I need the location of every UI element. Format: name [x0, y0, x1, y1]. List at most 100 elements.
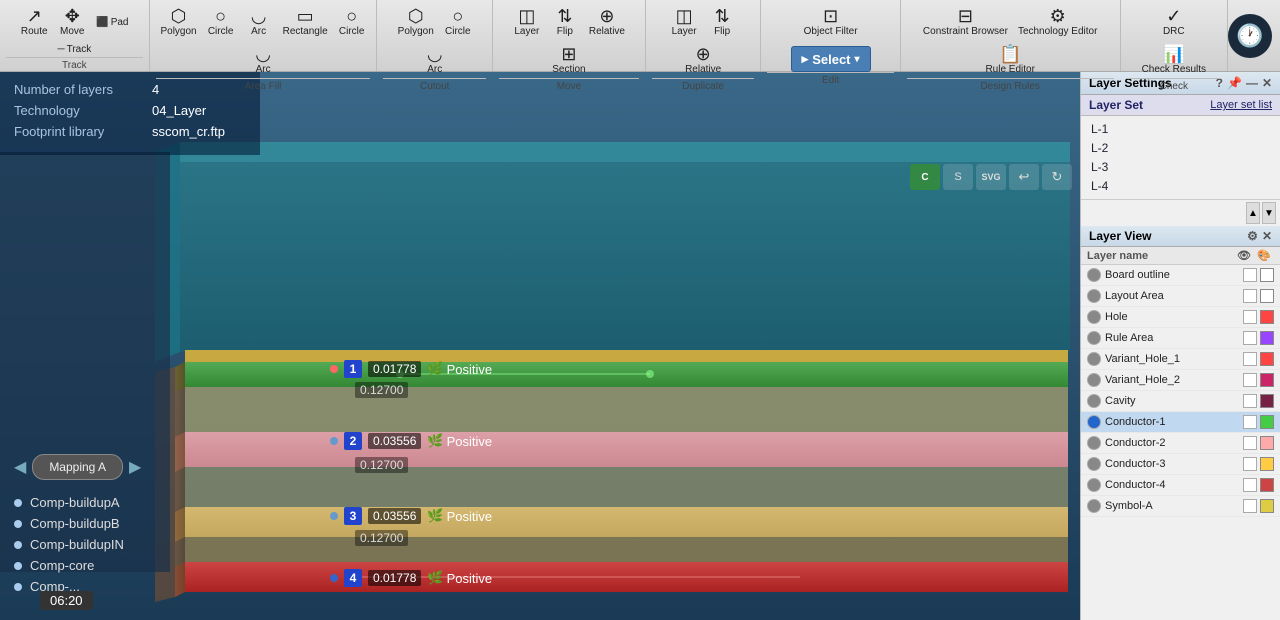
- minimize-icon[interactable]: —: [1246, 76, 1258, 90]
- section-button[interactable]: ⊞ Section: [548, 42, 589, 78]
- layer-list-item-l4[interactable]: L-4: [1087, 177, 1274, 195]
- layer-vis-checkbox[interactable]: [1243, 352, 1257, 366]
- layer-color-swatch[interactable]: [1260, 499, 1274, 513]
- layer-view-row[interactable]: Conductor-1: [1081, 412, 1280, 433]
- layer-view-header: Layer name 👁 🎨: [1081, 247, 1280, 265]
- layer-view-close-icon[interactable]: ✕: [1262, 229, 1272, 243]
- layer-vis-checkbox[interactable]: [1243, 478, 1257, 492]
- arc-button[interactable]: ◡ Arc: [241, 4, 277, 40]
- object-filter-button[interactable]: ⊡ Object Filter: [800, 4, 862, 40]
- layer-color-swatch[interactable]: [1260, 310, 1274, 324]
- layer-color-swatch[interactable]: [1260, 436, 1274, 450]
- item-dot: [14, 583, 22, 591]
- layer-list-item-l3[interactable]: L-3: [1087, 158, 1274, 176]
- layer-color-swatch[interactable]: [1260, 268, 1274, 282]
- pin-icon[interactable]: 📌: [1227, 76, 1242, 90]
- layer-view-row[interactable]: Layout Area: [1081, 286, 1280, 307]
- move-button[interactable]: ✥ Move: [54, 4, 90, 40]
- relative-button[interactable]: ⊕ Relative: [585, 4, 629, 40]
- layer-view-row[interactable]: Cavity: [1081, 391, 1280, 412]
- rule-editor-button[interactable]: 📋 Rule Editor: [981, 42, 1038, 78]
- layer-view-row[interactable]: Board outline: [1081, 265, 1280, 286]
- layer-button[interactable]: ◫ Layer: [509, 4, 545, 40]
- polygon3-button[interactable]: ⬡ Polygon: [394, 4, 438, 40]
- layer-vis-checkbox[interactable]: [1243, 499, 1257, 513]
- mapping-next-button[interactable]: ▶: [129, 457, 141, 477]
- layer-vis-checkbox[interactable]: [1243, 373, 1257, 387]
- layer-list-item-l2[interactable]: L-2: [1087, 139, 1274, 157]
- mapping-prev-button[interactable]: ◀: [14, 457, 26, 477]
- arc3-button[interactable]: ◡ Arc: [417, 42, 453, 78]
- pad-button[interactable]: ⬛ Pad: [92, 4, 132, 40]
- layer-view-settings-icon[interactable]: ⚙: [1247, 229, 1258, 243]
- circle3-button[interactable]: ○ Circle: [440, 4, 476, 40]
- layer-set-list-button[interactable]: Layer set list: [1210, 99, 1272, 111]
- layer-view-row[interactable]: Conductor-4: [1081, 475, 1280, 496]
- layer-list-item-l1[interactable]: L-1: [1087, 120, 1274, 138]
- layer-view-row[interactable]: Rule Area: [1081, 328, 1280, 349]
- layer2-num: 2: [344, 432, 362, 450]
- layer-vis-checkbox[interactable]: [1243, 457, 1257, 471]
- layer-circle-icon: [1087, 352, 1101, 366]
- comp-icon-btn[interactable]: C: [910, 164, 940, 190]
- relative2-button[interactable]: ⊕ Relative: [681, 42, 725, 78]
- layer-color-swatch[interactable]: [1260, 352, 1274, 366]
- layer-vis-checkbox[interactable]: [1243, 310, 1257, 324]
- flip-button[interactable]: ⇅ Flip: [547, 4, 583, 40]
- layer-color-swatch[interactable]: [1260, 331, 1274, 345]
- clock-button[interactable]: 🕐: [1228, 14, 1272, 58]
- rectangle-icon: ▭: [297, 7, 314, 25]
- list-item: Comp-buildupA: [14, 495, 124, 510]
- check-results-button[interactable]: 📊 Check Results: [1138, 42, 1210, 78]
- undo-icon-btn[interactable]: ↩: [1009, 164, 1039, 190]
- layer-vis-checkbox[interactable]: [1243, 268, 1257, 282]
- circle2-button[interactable]: ○ Circle: [334, 4, 370, 40]
- layer-view-row[interactable]: Conductor-3: [1081, 454, 1280, 475]
- technology-editor-button[interactable]: ⚙ Technology Editor: [1014, 4, 1102, 40]
- layer-color-swatch[interactable]: [1260, 415, 1274, 429]
- layer2-button[interactable]: ◫ Layer: [666, 4, 702, 40]
- redo-icon-btn[interactable]: ↻: [1042, 164, 1072, 190]
- layer-vis-checkbox[interactable]: [1243, 436, 1257, 450]
- layer-view-row[interactable]: Variant_Hole_1: [1081, 349, 1280, 370]
- snap-icon-btn[interactable]: S: [943, 164, 973, 190]
- pos4-icon: 🌿: [427, 570, 443, 586]
- layer-row-name: Layout Area: [1105, 290, 1240, 302]
- scroll-down-btn[interactable]: ▼: [1262, 202, 1276, 224]
- layer-circle-icon: [1087, 394, 1101, 408]
- drc-button[interactable]: ✓ DRC: [1156, 4, 1192, 40]
- viewport[interactable]: Number of layers 4 Technology 04_Layer F…: [0, 72, 1080, 620]
- layer-view-row[interactable]: Symbol-A: [1081, 496, 1280, 517]
- layer-vis-checkbox[interactable]: [1243, 394, 1257, 408]
- layer-vis-checkbox[interactable]: [1243, 289, 1257, 303]
- circle3-icon: ○: [452, 7, 463, 25]
- polygon-button[interactable]: ⬡ Polygon: [156, 4, 200, 40]
- layer-color-swatch[interactable]: [1260, 289, 1274, 303]
- layer-color-swatch[interactable]: [1260, 457, 1274, 471]
- scroll-up-btn[interactable]: ▲: [1246, 202, 1260, 224]
- svg-icon-btn[interactable]: SVG: [976, 164, 1006, 190]
- layer1-sub-thickness: 0.12700: [355, 382, 408, 398]
- layer-view-row[interactable]: Conductor-2: [1081, 433, 1280, 454]
- circle-button[interactable]: ○ Circle: [203, 4, 239, 40]
- mapping-label-button[interactable]: Mapping A: [32, 454, 123, 480]
- select-button[interactable]: ▸ Select ▾: [791, 46, 871, 72]
- track-button[interactable]: ─ Track: [54, 42, 96, 57]
- layer-vis-checkbox[interactable]: [1243, 415, 1257, 429]
- rectangle-button[interactable]: ▭ Rectangle: [279, 4, 332, 40]
- layer-circle-icon: [1087, 268, 1101, 282]
- layer4-label: 4 0.01778 🌿 Positive: [330, 569, 492, 587]
- layer-circle-icon: [1087, 331, 1101, 345]
- layer-color-swatch[interactable]: [1260, 478, 1274, 492]
- flip2-button[interactable]: ⇅ Flip: [704, 4, 740, 40]
- layer-circle-icon: [1087, 289, 1101, 303]
- route-button[interactable]: ↗ Route: [16, 4, 52, 40]
- layer-view-row[interactable]: Hole: [1081, 307, 1280, 328]
- layer-color-swatch[interactable]: [1260, 394, 1274, 408]
- constraint-browser-button[interactable]: ⊟ Constraint Browser: [919, 4, 1012, 40]
- layer-color-swatch[interactable]: [1260, 373, 1274, 387]
- arc2-button[interactable]: ◡ Arc: [245, 42, 281, 78]
- layer-view-row[interactable]: Variant_Hole_2: [1081, 370, 1280, 391]
- close-icon[interactable]: ✕: [1262, 76, 1272, 90]
- layer-vis-checkbox[interactable]: [1243, 331, 1257, 345]
